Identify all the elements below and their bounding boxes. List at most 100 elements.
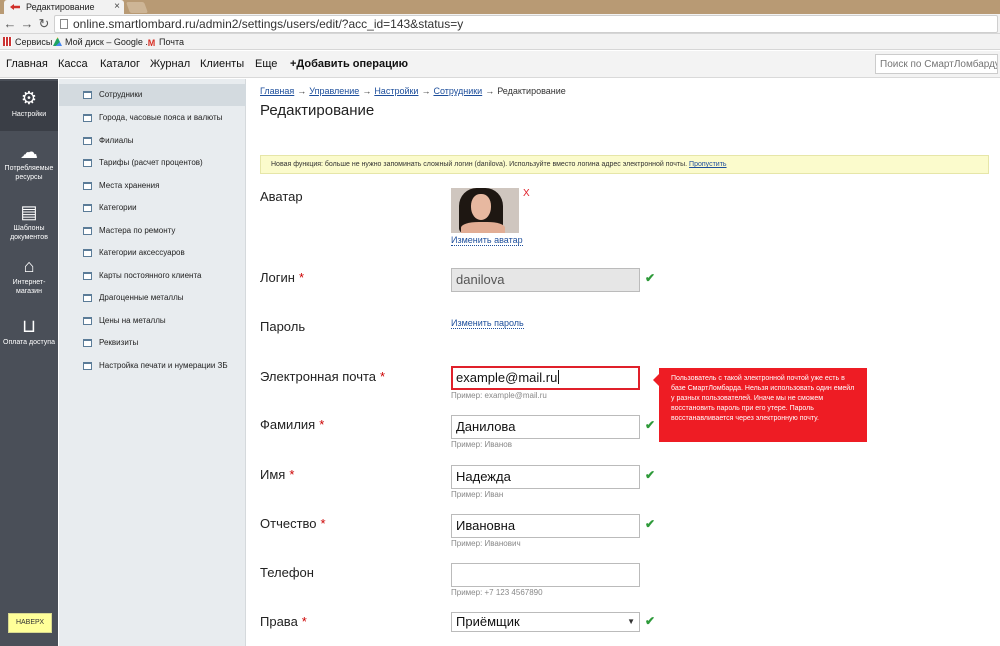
forward-icon[interactable]: → [19,16,35,32]
email-value: example@mail.ru [456,370,558,385]
notice-banner: Новая функция: больше не нужно запоминат… [260,155,989,174]
lastname-hint: Пример: Иванов [451,440,512,449]
calendar-icon [83,159,92,167]
submenu-item-accessory-categories[interactable]: Категории аксессуаров [59,242,246,264]
nav-more[interactable]: Еще [255,51,277,78]
rail-item-payment[interactable]: ⊔ Оплата доступа [0,317,58,347]
submenu-item-label: Категории аксессуаров [99,248,185,257]
email-field[interactable]: example@mail.ru [451,366,640,390]
nav-journal[interactable]: Журнал [150,51,190,78]
rail-item-settings[interactable]: ⚙ Настройки [0,81,58,131]
bookmark-services[interactable]: Сервисы [3,34,52,50]
patronymic-hint: Пример: Иванович [451,539,521,548]
calendar-icon [83,249,92,257]
rights-selected-value: Приёмщик [456,614,520,629]
scroll-top-button[interactable]: НАВЕРХ [8,613,52,633]
document-icon: ▤ [20,202,38,222]
change-avatar-link[interactable]: Изменить аватар [451,235,523,246]
top-nav: Главная Касса Каталог Журнал Клиенты Еще… [0,51,1000,78]
breadcrumb-link[interactable]: Настройки [374,86,418,96]
submenu-item-metal-prices[interactable]: Цены на металлы [59,310,246,332]
avatar-label: Аватар [260,189,303,204]
bookmarks-bar: Сервисы Мой диск – Google ... M Почта [0,34,1000,50]
calendar-icon [83,91,92,99]
valid-check-icon: ✔ [645,468,656,482]
field-label-text: Пароль [260,319,306,334]
tab-close-icon[interactable]: × [114,0,120,14]
calendar-icon [83,294,92,302]
submenu-item-requisites[interactable]: Реквизиты [59,332,246,354]
submenu-item-branches[interactable]: Филиалы [59,130,246,152]
submenu-item-categories[interactable]: Категории [59,197,246,219]
rail-item-templates[interactable]: ▤ Шаблоны документов [0,203,58,247]
breadcrumb-link[interactable]: Главная [260,86,294,96]
submenu-item-label: Филиалы [99,136,134,145]
reload-icon[interactable]: ↻ [36,16,52,32]
submenu-item-precious-metals[interactable]: Драгоценные металлы [59,287,246,309]
back-icon[interactable]: ← [2,16,18,32]
nav-cash[interactable]: Касса [58,51,88,78]
phone-label: Телефон [260,565,314,580]
calendar-icon [83,204,92,212]
submenu-item-label: Города, часовые пояса и валюты [99,113,223,122]
submenu-item-label: Реквизиты [99,338,139,347]
global-search-input[interactable] [875,54,998,74]
breadcrumb: Главная → Управление → Настройки → Сотрудники →… [260,86,566,96]
breadcrumb-link[interactable]: Управление [309,86,359,96]
submenu-item-tariffs[interactable]: Тарифы (расчет процентов) [59,152,246,174]
submenu-item-cities[interactable]: Города, часовые пояса и валюты [59,107,246,129]
nav-catalog[interactable]: Каталог [100,51,140,78]
breadcrumb-separator: → [485,86,495,96]
submenu-item-staff[interactable]: Сотрудники [59,84,246,106]
apps-icon [3,37,12,46]
submenu-item-storage[interactable]: Места хранения [59,175,246,197]
notice-text: Новая функция: больше не нужно запоминат… [271,161,688,168]
breadcrumb-link[interactable]: Сотрудники [433,86,482,96]
browser-tab[interactable]: Редактирование × [4,0,124,14]
submenu-item-loyalty-cards[interactable]: Карты постоянного клиента [59,265,246,287]
favicon-icon [10,4,20,10]
rail-item-label: Оплата доступа [3,339,55,346]
notice-skip-link[interactable]: Пропустить [689,161,727,168]
field-label-text: Аватар [260,189,303,204]
submenu-item-label: Мастера по ремонту [99,226,176,235]
firstname-hint: Пример: Иван [451,490,504,499]
breadcrumb-separator: → [297,86,307,96]
rights-select[interactable]: Приёмщик ▼ [451,612,640,632]
rail-item-shop[interactable]: ⌂ Интернет-магазин [0,257,58,301]
avatar [451,188,519,233]
lastname-label: Фамилия * [260,417,324,432]
phone-field[interactable] [451,563,640,587]
firstname-field[interactable]: Надежда [451,465,640,489]
lastname-field[interactable]: Данилова [451,415,640,439]
gear-icon: ⚙ [20,88,38,108]
calendar-icon [83,114,92,122]
add-operation-button[interactable]: +Добавить операцию [290,51,408,78]
remove-avatar-button[interactable]: X [523,188,530,199]
new-tab-button[interactable] [125,2,149,13]
rail-item-resources[interactable]: ☁ Потребляемые ресурсы [0,143,58,187]
breadcrumb-separator: → [362,86,372,96]
bookmark-label: Мой диск – Google ... [65,37,153,47]
patronymic-field[interactable]: Ивановна [451,514,640,538]
calendar-icon [83,227,92,235]
submenu-item-print-settings[interactable]: Настройка печати и нумерации ЗБ [59,355,246,377]
valid-check-icon: ✔ [645,418,656,432]
submenu-item-repair-masters[interactable]: Мастера по ремонту [59,220,246,242]
change-password-link[interactable]: Изменить пароль [451,318,524,329]
bookmark-mail[interactable]: M Почта [147,34,184,50]
login-label: Логин * [260,270,304,285]
email-error-tooltip: Пользователь с такой электронной почтой … [653,368,867,442]
nav-main[interactable]: Главная [6,51,48,78]
required-mark: * [380,369,386,384]
nav-clients[interactable]: Клиенты [200,51,244,78]
browser-tab-title: Редактирование [26,2,95,12]
chevron-down-icon: ▼ [627,617,635,626]
calendar-icon [83,362,92,370]
bookmark-label: Сервисы [15,37,53,47]
valid-check-icon: ✔ [645,271,656,285]
bookmark-drive[interactable]: Мой диск – Google ... [53,34,153,50]
submenu-item-label: Драгоценные металлы [99,293,184,302]
url-input[interactable]: online.smartlombard.ru/admin2/settings/u… [54,15,998,33]
page-title: Редактирование [260,102,375,119]
